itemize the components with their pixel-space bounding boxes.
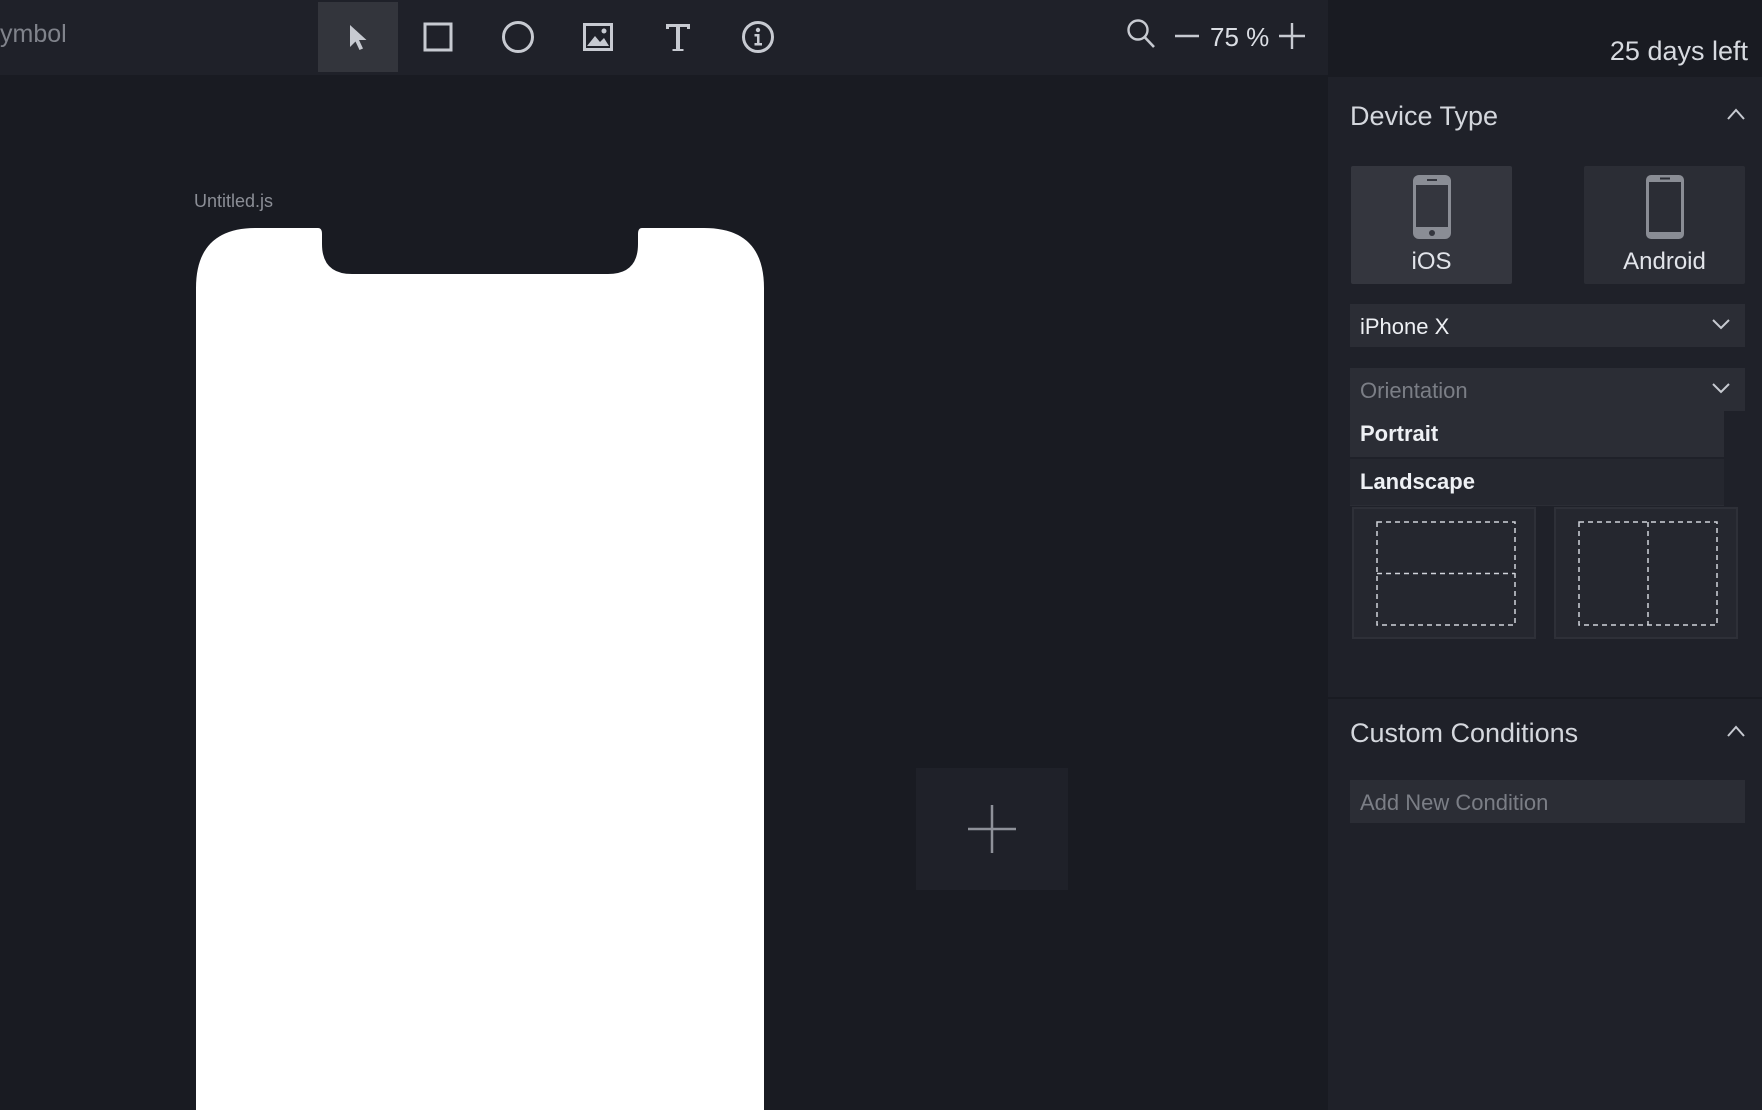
- plus-icon: [968, 805, 1016, 853]
- image-tool-button[interactable]: [558, 2, 638, 72]
- device-type-title: Device Type: [1350, 101, 1499, 131]
- device-model-value: iPhone X: [1360, 314, 1450, 339]
- artboard-file-name: Untitled.js: [194, 191, 274, 211]
- zoom-level: 75 %: [1210, 22, 1270, 52]
- trial-days-left: 25 days left: [1609, 36, 1748, 66]
- orientation-option-portrait[interactable]: Portrait: [1350, 411, 1724, 459]
- section-divider: [1328, 697, 1762, 699]
- device-android-card[interactable]: Android: [1584, 166, 1745, 284]
- orientation-dropdown-list: Portrait Landscape: [1350, 411, 1724, 506]
- orientation-option-landscape[interactable]: Landscape: [1350, 459, 1724, 505]
- chevron-down-icon: [1712, 319, 1730, 330]
- top-toolbar: ymbol 75 %: [0, 0, 1328, 75]
- chevron-up-icon: [1727, 108, 1745, 120]
- cursor-arrow-icon: [350, 25, 367, 50]
- add-condition-placeholder: Add New Condition: [1360, 790, 1549, 815]
- chevron-up-icon: [1727, 725, 1745, 737]
- text-icon: [666, 24, 690, 51]
- chevron-down-icon: [1712, 383, 1730, 394]
- plus-icon: [1279, 23, 1305, 49]
- text-tool-button[interactable]: [638, 2, 718, 72]
- trial-header: 25 days left: [1328, 0, 1762, 75]
- ellipse-icon: [502, 21, 534, 53]
- device-model-select[interactable]: iPhone X: [1350, 304, 1745, 347]
- iphone-x-artboard[interactable]: [196, 228, 764, 1110]
- orientation-select[interactable]: Orientation: [1350, 368, 1745, 411]
- app-title: ymbol: [0, 20, 67, 48]
- device-android-label: Android: [1623, 248, 1706, 275]
- rectangle-icon: [423, 22, 453, 52]
- image-icon: [583, 23, 613, 51]
- info-icon: [742, 21, 774, 53]
- add-artboard-button[interactable]: [916, 768, 1068, 890]
- add-condition-input[interactable]: Add New Condition: [1350, 780, 1745, 823]
- device-ios-label: iOS: [1411, 248, 1452, 275]
- info-tool-button[interactable]: [718, 2, 798, 72]
- ellipse-tool-button[interactable]: [478, 2, 558, 72]
- zoom-in-button[interactable]: [1278, 18, 1306, 55]
- device-ios-card[interactable]: iOS: [1351, 166, 1512, 284]
- rectangle-tool-button[interactable]: [398, 2, 478, 72]
- properties-panel: Device Type iOS Android iPhone X Orienta…: [1328, 77, 1762, 1110]
- custom-conditions-title: Custom Conditions: [1350, 718, 1579, 748]
- custom-conditions-collapse-button[interactable]: [1726, 724, 1746, 743]
- phone-icon: [1645, 175, 1684, 239]
- split-horizontal-icon: [1376, 521, 1516, 626]
- device-type-collapse-button[interactable]: [1726, 107, 1746, 126]
- split-horizontal-layout-option[interactable]: [1352, 507, 1536, 639]
- select-tool-button[interactable]: [318, 2, 398, 72]
- zoom-out-button[interactable]: [1174, 18, 1200, 55]
- search-icon[interactable]: [1126, 18, 1156, 55]
- minus-icon: [1175, 34, 1199, 38]
- orientation-placeholder: Orientation: [1360, 378, 1468, 403]
- split-vertical-icon: [1578, 521, 1718, 626]
- phone-icon: [1412, 175, 1451, 239]
- split-vertical-layout-option[interactable]: [1554, 507, 1738, 639]
